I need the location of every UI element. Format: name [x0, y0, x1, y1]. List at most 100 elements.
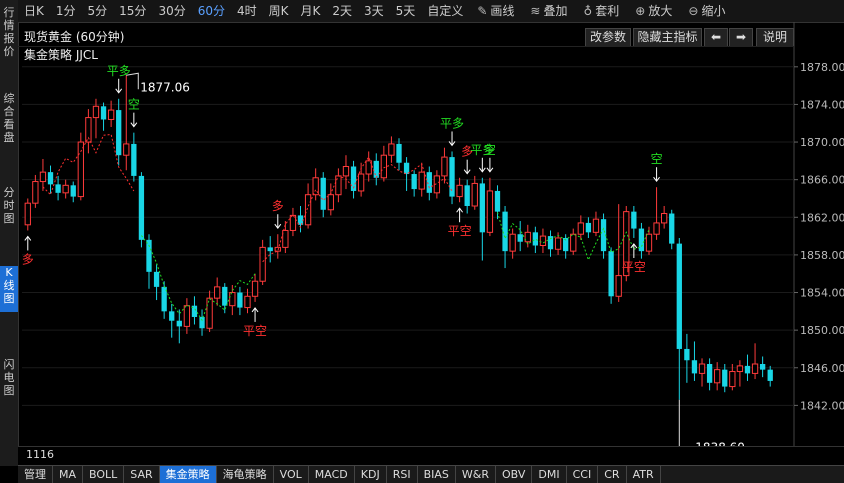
candle-body [653, 222, 660, 235]
indicator-tab-13[interactable]: DMI [532, 466, 567, 483]
candle-body [70, 185, 76, 197]
y-tick-label: 1850.00 [800, 324, 844, 337]
candle-body [373, 160, 379, 178]
candle-body [32, 181, 39, 204]
candle-body [751, 363, 759, 374]
candle-body [449, 157, 455, 197]
indicator-tab-3[interactable]: SAR [124, 466, 160, 483]
candle-body [357, 173, 365, 192]
signal-label: 平多 [107, 64, 131, 78]
indicator-tab-15[interactable]: CR [598, 466, 627, 483]
signal-label: 空 [128, 98, 140, 112]
candle-body [744, 365, 751, 374]
signal-label: 平空 [243, 324, 267, 338]
candle-body [759, 364, 766, 370]
candle-body [146, 239, 152, 272]
candle-body [403, 162, 410, 175]
y-tick-label: 1842.00 [800, 399, 844, 412]
candle-body [320, 177, 326, 210]
signal-label: 平空 [448, 224, 472, 238]
signal-label: 多 [22, 252, 34, 266]
candle-body [554, 237, 562, 250]
candle-body [304, 194, 312, 226]
candle-body [267, 247, 273, 252]
candle-body [335, 175, 342, 196]
indicator-tab-10[interactable]: BIAS [418, 466, 456, 483]
candle-body [456, 184, 463, 198]
candle-body [486, 190, 494, 233]
candle-body [100, 106, 107, 120]
candle-body [107, 109, 115, 120]
candle-body [698, 363, 706, 374]
indicator-tab-14[interactable]: CCI [567, 466, 599, 483]
indicator-tab-0[interactable]: 管理 [18, 466, 53, 483]
candle-body [661, 213, 668, 224]
candle-body [411, 174, 417, 190]
candle-body [222, 286, 228, 306]
y-tick-label: 1854.00 [800, 287, 844, 300]
candle-body [418, 171, 425, 190]
candle-body [62, 184, 69, 194]
y-tick-label: 1866.00 [800, 174, 844, 187]
candle-body [259, 246, 266, 282]
y-tick-label: 1878.00 [800, 61, 844, 74]
candle-body [116, 110, 122, 156]
candle-body [509, 233, 516, 252]
candle-body [176, 320, 182, 327]
signal-label: 多 [272, 199, 284, 213]
candlestick-chart[interactable]: 1878.00 1874.00 1870.00 1866.00 1862.00 1858.… [0, 0, 844, 482]
indicator-tab-1[interactable]: MA [53, 466, 84, 483]
candle-body [92, 105, 100, 119]
candle-body [138, 175, 145, 240]
indicator-tab-12[interactable]: OBV [496, 466, 533, 483]
max-price-label: 1877.06 [140, 80, 190, 94]
candle-body [691, 360, 698, 374]
indicator-tab-6[interactable]: VOL [274, 466, 309, 483]
candle-body [479, 183, 485, 233]
signal-label: 空 [484, 143, 496, 157]
indicator-tab-4[interactable]: 集金策略 [159, 466, 217, 483]
candle-body [570, 233, 577, 252]
min-marker [678, 399, 694, 453]
candle-body [282, 229, 289, 248]
signal-label: 空 [651, 152, 663, 166]
indicator-tab-11[interactable]: W&R [456, 466, 496, 483]
candle-body [631, 211, 637, 229]
candle-body [77, 141, 84, 198]
candle-body [123, 143, 130, 156]
candle-body [471, 182, 478, 207]
candle-body [24, 202, 31, 226]
y-tick-label: 1874.00 [800, 98, 844, 111]
indicator-tab-16[interactable]: ATR [627, 466, 661, 483]
candle-body [502, 211, 508, 252]
candle-body [517, 234, 523, 242]
indicator-tab-7[interactable]: MACD [309, 466, 355, 483]
candle-body [608, 251, 614, 297]
indicator-tab-5[interactable]: 海龟策略 [217, 466, 274, 483]
candle-body [251, 280, 259, 297]
candle-body [441, 156, 448, 177]
candle-body [237, 292, 243, 308]
indicator-tab-8[interactable]: KDJ [355, 466, 387, 483]
candle-body [342, 166, 350, 177]
candle-body [615, 275, 622, 297]
indicator-tab-2[interactable]: BOLL [83, 466, 125, 483]
candle-body [577, 222, 584, 235]
candle-body [539, 235, 547, 247]
candle-body [729, 371, 736, 388]
volume-value: 1116 [26, 448, 54, 461]
candle-body [206, 297, 213, 329]
candle-body [494, 190, 501, 212]
candle-body [55, 184, 61, 193]
candle-body [645, 233, 653, 252]
candle-body [722, 369, 728, 387]
candle-body [396, 143, 402, 163]
indicator-tabs: 管理 MA BOLL SAR 集金策略 海龟策略 VOL MACD KDJ RSI BIAS W&R O… [18, 465, 844, 483]
candle-body [706, 364, 713, 383]
indicator-tab-9[interactable]: RSI [387, 466, 418, 483]
signal-label: 平空 [622, 260, 646, 274]
candle-body [244, 295, 251, 309]
candle-body [736, 365, 744, 373]
sub-indicator-area [18, 446, 844, 465]
candle-body [289, 214, 297, 231]
